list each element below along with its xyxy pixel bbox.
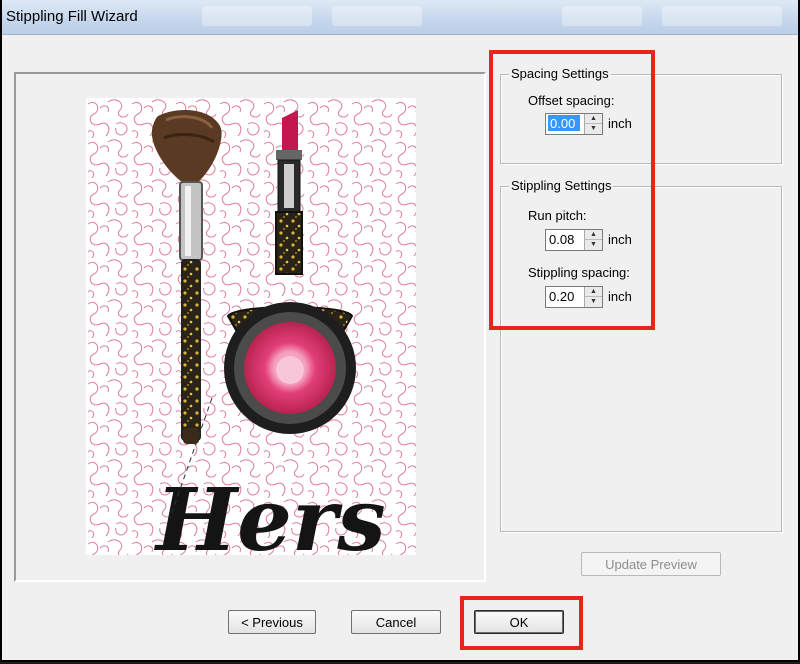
stipple-preview: Hers	[86, 98, 416, 555]
blurred-toolbar-item	[662, 6, 782, 26]
stippling-spacing-spin-buttons[interactable]: ▲ ▼	[584, 287, 602, 307]
spin-up-icon[interactable]: ▲	[585, 230, 602, 240]
run-pitch-label: Run pitch:	[528, 208, 587, 223]
stippling-spacing-unit: inch	[608, 289, 632, 304]
stippling-spacing-spinbox[interactable]: ▲ ▼	[545, 286, 603, 308]
run-pitch-spinbox[interactable]: ▲ ▼	[545, 229, 603, 251]
stippling-settings-label: Stippling Settings	[509, 178, 614, 193]
offset-spacing-label: Offset spacing:	[528, 93, 615, 108]
offset-spacing-spinbox[interactable]: ▲ ▼	[545, 113, 603, 135]
blurred-toolbar-item	[202, 6, 312, 26]
run-pitch-unit: inch	[608, 232, 632, 247]
window-title: Stippling Fill Wizard	[6, 8, 138, 25]
previous-button[interactable]: < Previous	[228, 610, 316, 634]
offset-spacing-unit: inch	[608, 116, 632, 131]
run-pitch-input[interactable]	[547, 231, 583, 247]
offset-spacing-spin-buttons[interactable]: ▲ ▼	[584, 114, 602, 134]
preview-frame: Hers	[14, 72, 486, 582]
preview-canvas: Hers	[86, 98, 416, 555]
ok-button[interactable]: OK	[474, 610, 564, 634]
title-bar[interactable]: Stippling Fill Wizard	[2, 0, 798, 35]
spin-up-icon[interactable]: ▲	[585, 287, 602, 297]
spacing-settings-label: Spacing Settings	[509, 66, 611, 81]
cancel-button[interactable]: Cancel	[351, 610, 441, 634]
blurred-toolbar-item	[332, 6, 422, 26]
compact-blush-graphic	[224, 302, 356, 434]
blurred-toolbar-item	[562, 6, 642, 26]
spin-down-icon[interactable]: ▼	[585, 240, 602, 249]
offset-spacing-input[interactable]	[548, 115, 580, 131]
run-pitch-spin-buttons[interactable]: ▲ ▼	[584, 230, 602, 250]
stippling-spacing-input[interactable]	[547, 288, 583, 304]
spin-down-icon[interactable]: ▼	[585, 124, 602, 133]
stippling-settings-group: Stippling Settings	[500, 178, 782, 532]
spin-down-icon[interactable]: ▼	[585, 297, 602, 306]
spacing-settings-group: Spacing Settings	[500, 66, 782, 164]
preview-script-text: Hers	[153, 470, 386, 555]
spin-up-icon[interactable]: ▲	[585, 114, 602, 124]
stippling-fill-wizard-window: Stippling Fill Wizard Hers Spacing Setti…	[0, 0, 800, 662]
update-preview-button[interactable]: Update Preview	[581, 552, 721, 576]
stippling-spacing-label: Stippling spacing:	[528, 265, 630, 280]
